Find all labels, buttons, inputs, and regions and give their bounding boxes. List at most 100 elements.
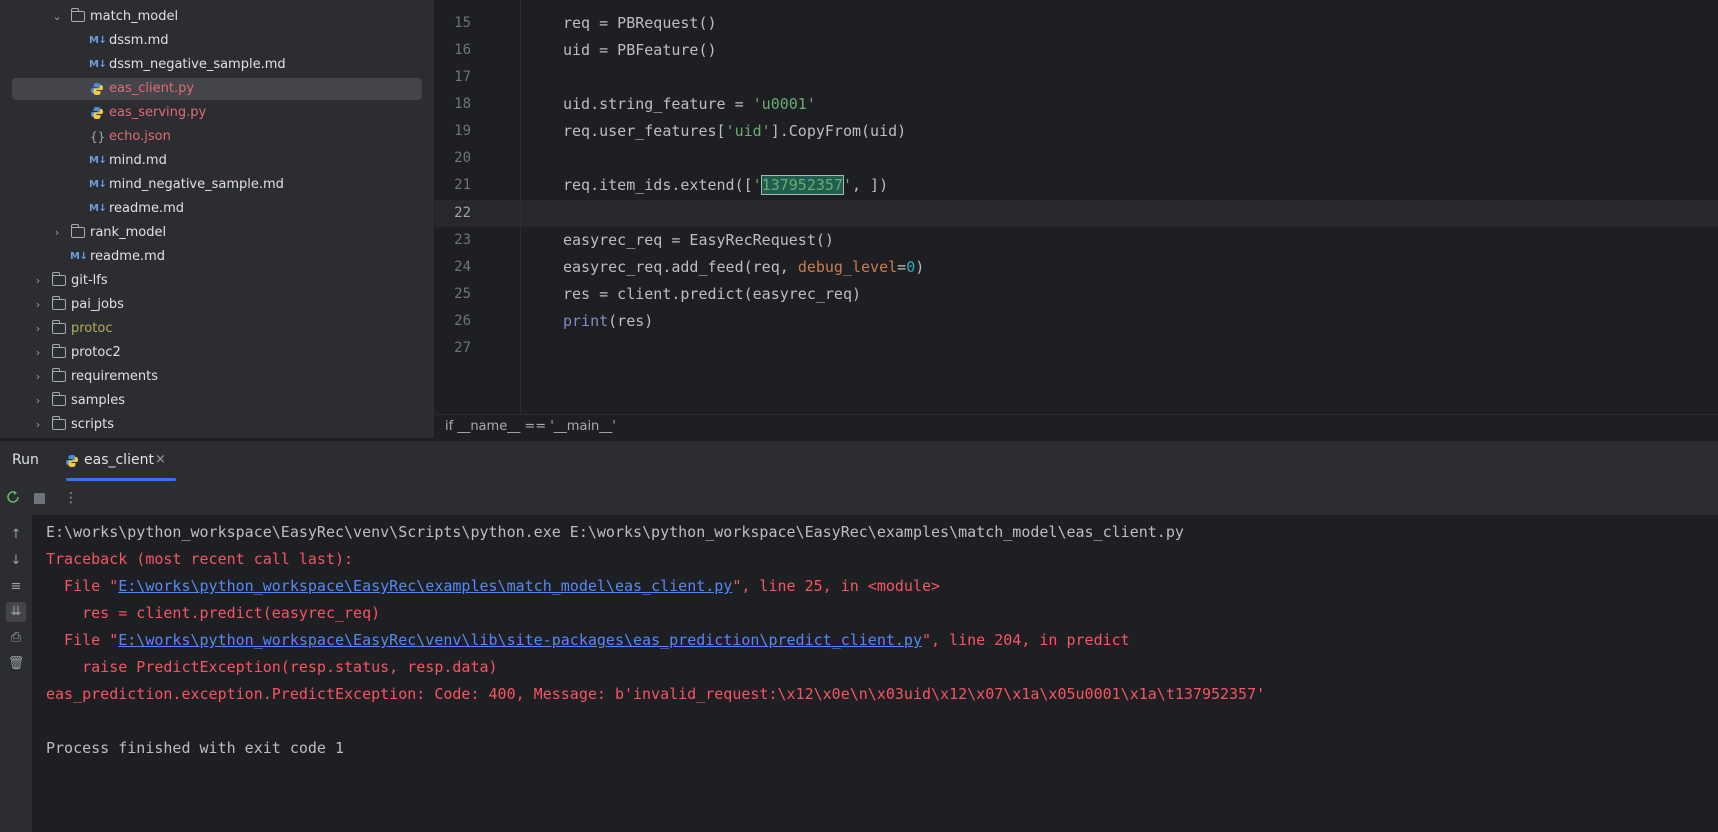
markdown-icon: M↓ [70,251,88,262]
string-token: ' [842,176,852,194]
rerun-icon [7,491,19,503]
tree-file-eas-client-py[interactable]: eas_client.py [12,78,422,100]
console-traceback-frame: File "E:\works\python_workspace\EasyRec\… [46,627,1130,654]
console-traceback-code: raise PredictException(resp.status, resp… [46,658,498,676]
console-text: ", line 25, in <module> [732,577,941,595]
code-line-19: req.user_features['uid'].CopyFrom(uid) [563,118,906,145]
selected-text[interactable]: 137952357 [760,175,844,195]
tree-file-readme-md[interactable]: M↓ readme.md [0,198,434,220]
builtin-token: print [563,312,609,330]
markdown-icon: M↓ [89,179,107,190]
markdown-icon: M↓ [89,155,107,166]
line-number: 26 [454,313,471,329]
tree-folder-git-lfs[interactable]: › git-lfs [0,270,434,292]
string-token: 'u0001' [752,95,816,113]
tree-file-mind-md[interactable]: M↓ mind.md [0,150,434,172]
console-exception-message: eas_prediction.exception.PredictExceptio… [46,685,1266,703]
clear-console-button[interactable]: 🗑 [6,654,26,674]
code-editor[interactable]: 15 16 17 18 19 20 21 22 23 24 25 26 27 r… [435,0,1718,414]
code-line-15: req = PBRequest() [563,14,717,32]
console-traceback-code: res = client.predict(easyrec_req) [46,604,381,622]
line-number: 24 [454,259,471,275]
tree-folder-protoc2[interactable]: › protoc2 [0,342,434,364]
line-number: 25 [454,286,471,302]
editor-breadcrumb[interactable]: if __name__ == '__main__' [435,414,1718,439]
tree-file-mind-negative-sample-md[interactable]: M↓ mind_negative_sample.md [0,174,434,196]
code-token: ) [915,258,925,276]
chevron-right-icon[interactable]: › [33,294,43,316]
chevron-down-icon[interactable]: ⌄ [52,6,62,28]
tree-folder-pai-jobs[interactable]: › pai_jobs [0,294,434,316]
code-token: req.user_features[ [563,122,726,140]
tree-folder-samples[interactable]: › samples [0,390,434,412]
folder-icon [70,224,85,238]
python-icon [91,107,103,119]
chevron-right-icon[interactable]: › [52,222,62,244]
console-actions-strip: ↑ ↓ ≡ ⇊ ⎙ 🗑 [0,515,32,832]
stop-icon [33,493,45,504]
code-token: = [897,258,907,276]
json-braces-icon: {} [90,130,106,144]
scroll-to-end-button[interactable]: ⇊ [6,602,26,622]
tree-folder-scripts[interactable]: › scripts [0,414,434,436]
code-token: uid.string_feature = [563,95,753,113]
console-output[interactable]: E:\works\python_workspace\EasyRec\venv\S… [32,515,1718,832]
console-text: ", line 204, in predict [922,631,1130,649]
tree-file-dssm-negative-sample-md[interactable]: M↓ dssm_negative_sample.md [0,54,434,76]
printer-icon: ⎙ [10,630,22,645]
chevron-right-icon[interactable]: › [33,390,43,412]
folder-icon [51,320,66,334]
code-line-18: uid.string_feature = 'u0001' [563,91,816,118]
wrap-icon: ≡ [10,579,22,594]
code-token: ].CopyFrom(uid) [770,122,907,140]
run-panel-title: Run [12,452,39,468]
folder-icon [51,368,66,382]
folder-icon [51,392,66,406]
print-button[interactable]: ⎙ [6,628,26,648]
folder-icon [51,272,66,286]
chevron-right-icon[interactable]: › [33,318,43,340]
arrow-up-icon: ↑ [10,527,22,542]
scroll-up-button[interactable]: ↑ [6,525,26,545]
tree-folder-requirements[interactable]: › requirements [0,366,434,388]
line-number: 17 [454,69,471,85]
folder-icon [51,344,66,358]
tree-folder-match-model[interactable]: ⌄ match_model [0,6,434,28]
scroll-down-button[interactable]: ↓ [6,551,26,571]
stop-button[interactable] [30,489,48,507]
project-tree: ⌄ match_model M↓ dssm.md M↓ dssm_negativ… [0,0,435,438]
chevron-right-icon[interactable]: › [33,366,43,388]
markdown-icon: M↓ [89,203,107,214]
code-line-26: print(res) [563,308,653,335]
markdown-icon: M↓ [89,59,107,70]
folder-icon [51,296,66,310]
more-vertical-icon: ⋮ [64,490,78,506]
console-exit-message: Process finished with exit code 1 [46,739,345,757]
tree-file-readme-md[interactable]: M↓ readme.md [0,246,434,268]
chevron-right-icon[interactable]: › [33,414,43,436]
chevron-right-icon[interactable]: › [33,270,43,292]
tree-file-echo-json[interactable]: {} echo.json [0,126,434,148]
tree-folder-protoc[interactable]: › protoc [0,318,434,340]
file-link[interactable]: E:\works\python_workspace\EasyRec\exampl… [118,577,732,595]
string-token: 'uid' [725,122,771,140]
more-options-button[interactable]: ⋮ [62,489,80,507]
breadcrumb-item[interactable]: if __name__ == '__main__' [445,419,616,434]
tree-file-dssm-md[interactable]: M↓ dssm.md [0,30,434,52]
run-panel-header: Run eas_client × [0,440,1718,481]
folder-icon [70,8,85,22]
run-tab-eas-client[interactable]: eas_client × [62,441,176,481]
run-tab-label: eas_client [84,452,154,468]
code-line-23: easyrec_req = EasyRecRequest() [563,231,834,249]
close-icon[interactable]: × [155,452,166,467]
tree-file-eas-serving-py[interactable]: eas_serving.py [0,102,434,124]
tree-folder-rank-model[interactable]: › rank_model [0,222,434,244]
rerun-button[interactable] [4,489,22,507]
line-number-current: 22 [454,205,471,221]
param-token: debug_level [797,258,898,276]
code-token: , ]) [852,176,889,194]
chevron-right-icon[interactable]: › [33,342,43,364]
soft-wrap-button[interactable]: ≡ [6,577,26,597]
current-line-highlight [435,200,1718,227]
file-link[interactable]: E:\works\python_workspace\EasyRec\venv\l… [118,631,922,649]
